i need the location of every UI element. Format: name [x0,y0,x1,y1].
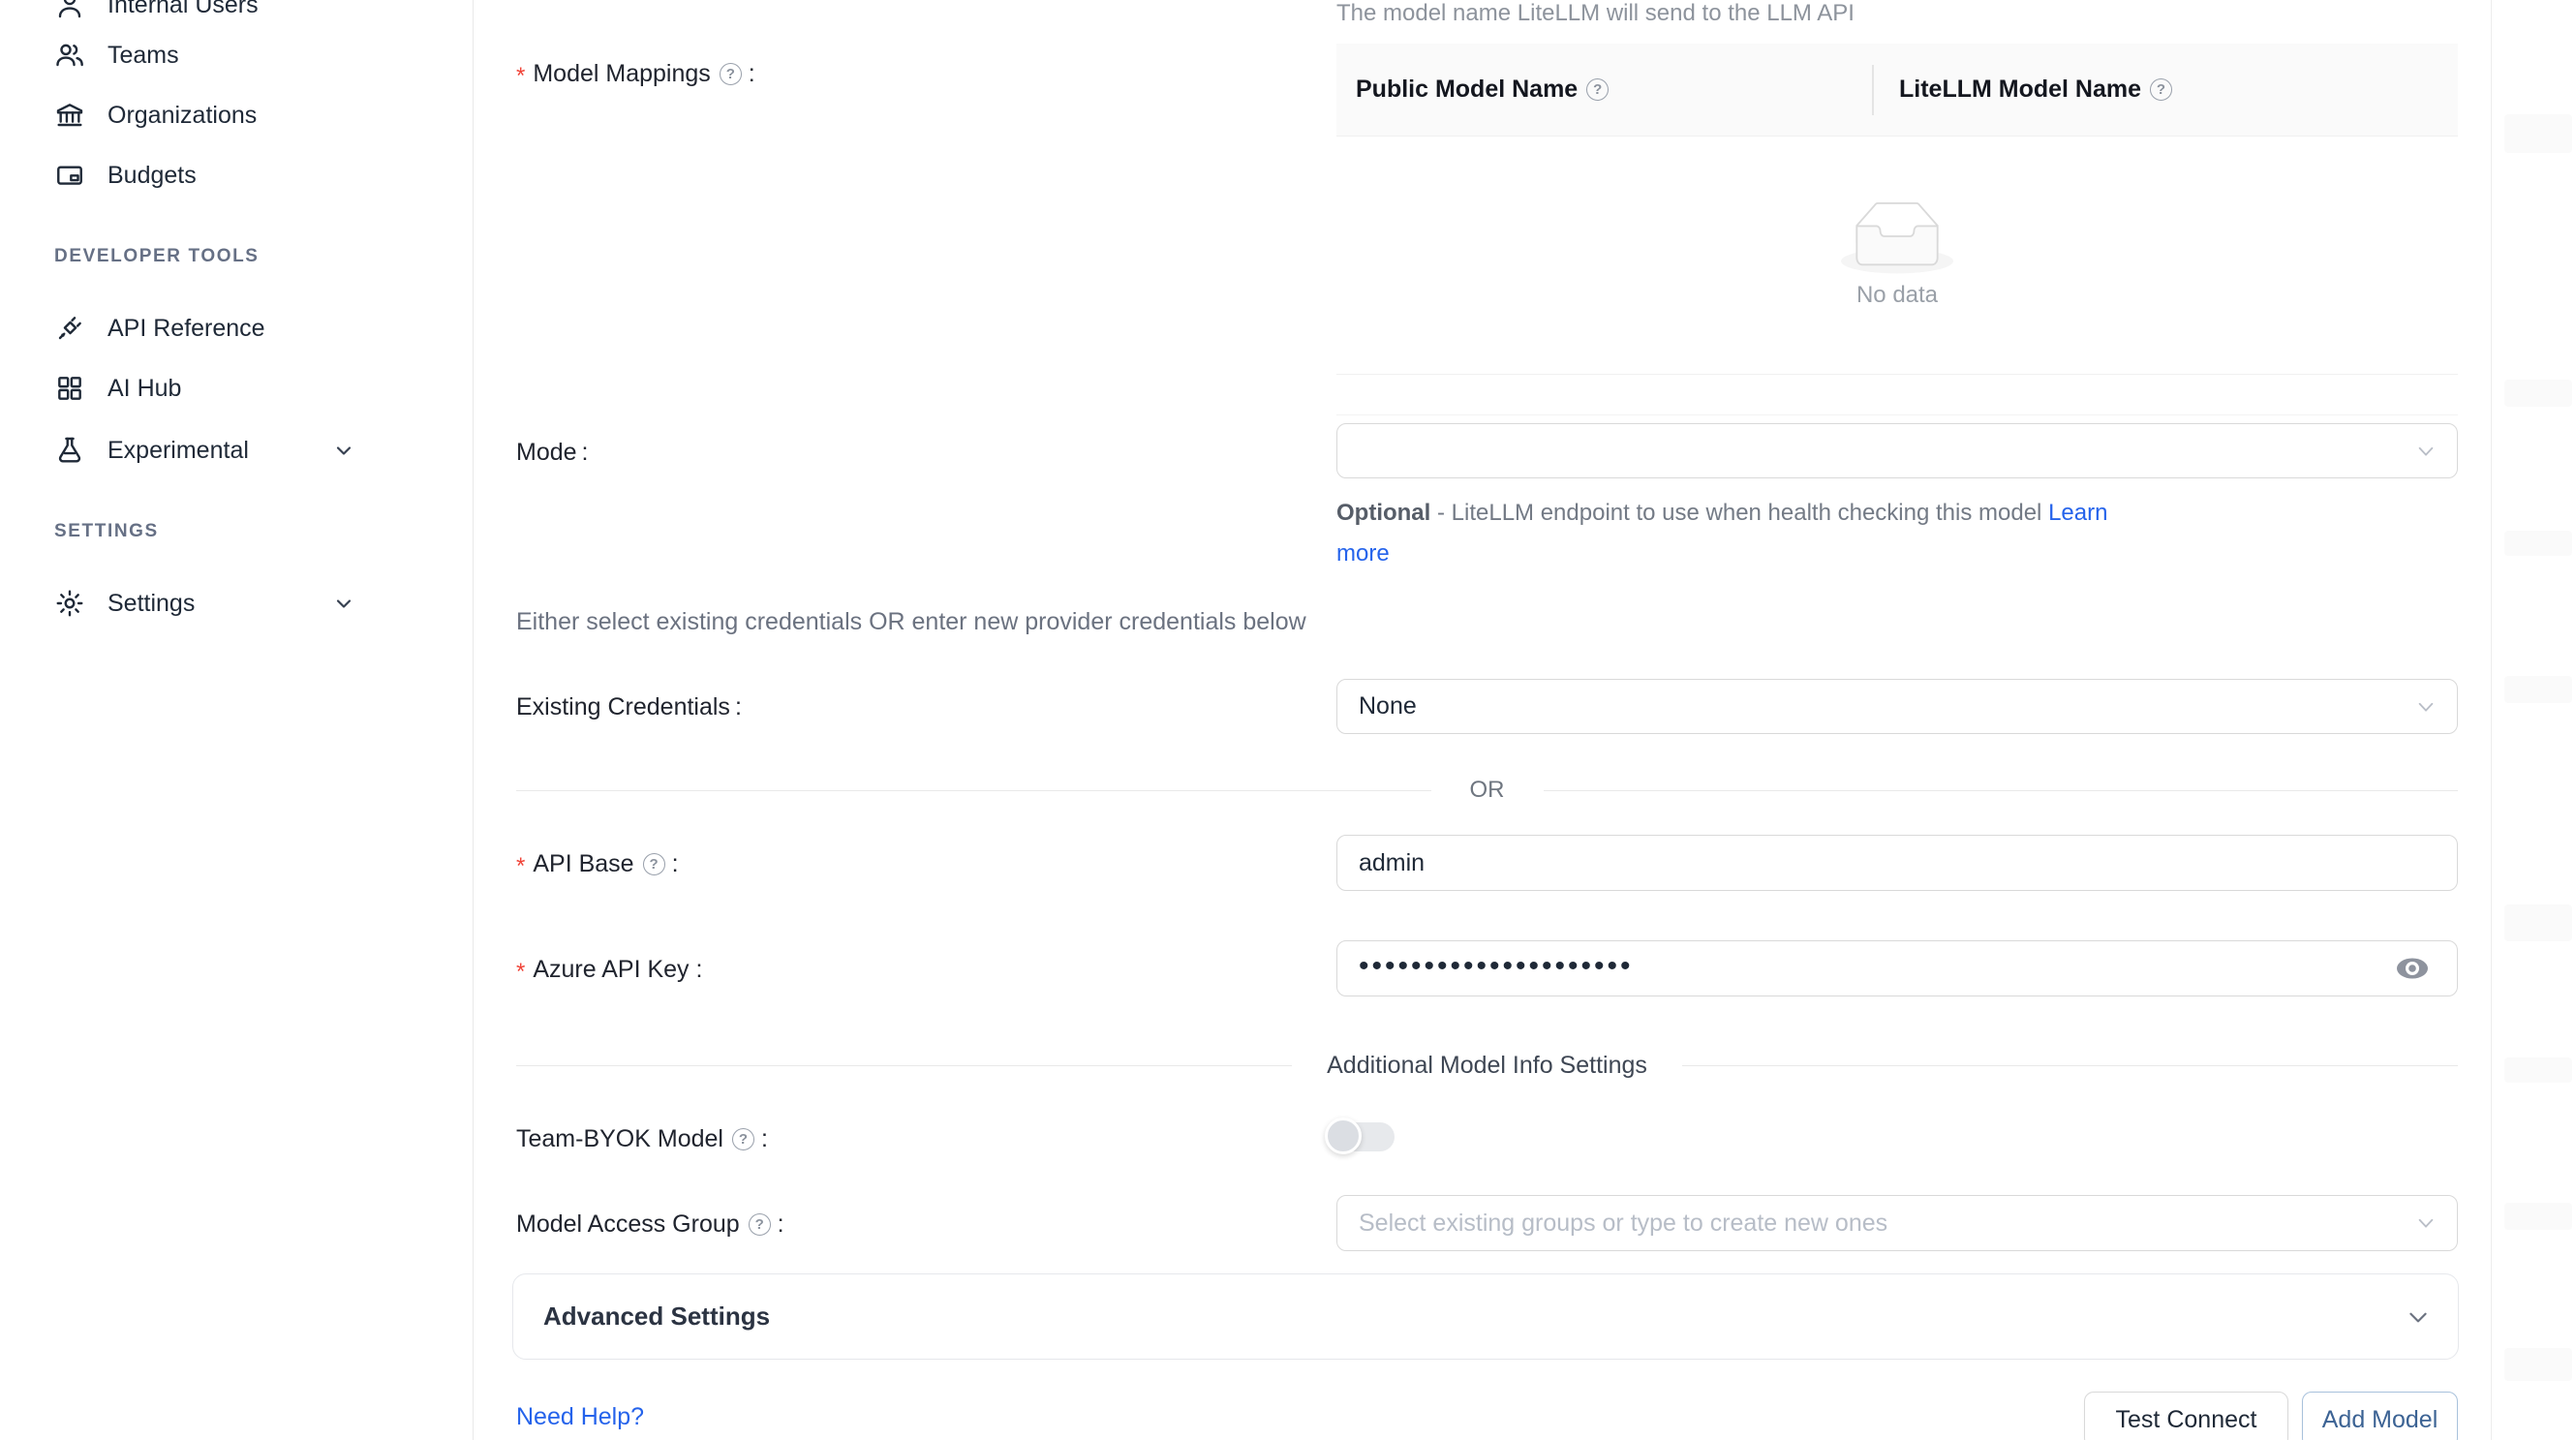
sidebar-item-organizations[interactable]: Organizations [0,91,455,139]
bank-icon [54,100,85,131]
chevron-down-icon [2415,696,2437,718]
additional-info-divider: Additional Model Info Settings [516,1046,2458,1085]
help-circle-icon[interactable]: ? [2150,78,2172,101]
background-artifact [2504,531,2572,556]
background-artifact [2504,380,2572,407]
sidebar-item-label: AI Hub [107,375,181,403]
background-artifact [2504,904,2572,941]
empty-state: No data [1336,137,2458,375]
sidebar-item-label: Settings [107,590,195,618]
sidebar-item-label: Internal Users [107,0,259,19]
sidebar-item-label: Teams [107,42,179,70]
mode-select[interactable] [1336,423,2458,478]
sidebar-item-experimental[interactable]: Experimental [0,426,455,475]
api-base-label: * API Base ? : [516,845,679,882]
eye-icon[interactable] [2395,956,2430,981]
sidebar: Internal Users Teams Organizations Budge… [0,0,474,1440]
sidebar-item-budgets[interactable]: Budgets [0,151,455,199]
chevron-down-icon [2415,1212,2437,1234]
sidebar-item-settings[interactable]: Settings [0,579,455,628]
chevron-down-icon [2415,441,2437,462]
sidebar-item-teams[interactable]: Teams [0,31,455,79]
user-icon [54,0,85,20]
or-divider: OR [516,771,2458,810]
sidebar-item-label: API Reference [107,315,265,343]
content-right-border [2491,0,2492,1440]
api-base-input[interactable]: admin [1336,835,2458,891]
model-access-group-label: Model Access Group ? : [516,1206,784,1242]
empty-state-text: No data [1856,282,1938,309]
add-model-button[interactable]: Add Model [2302,1392,2458,1440]
add-model-page: Internal Users Teams Organizations Budge… [0,0,2576,1440]
background-artifact [2504,114,2572,153]
model-mappings-label: * Model Mappings ? : [516,55,755,92]
team-byok-toggle[interactable] [1329,1122,1395,1151]
column-header-litellm-model-name: LiteLLM Model Name ? [1874,76,2458,104]
advanced-settings-panel[interactable]: Advanced Settings [512,1273,2459,1360]
or-text: OR [1470,777,1505,804]
api-plug-icon [54,313,85,344]
sidebar-section-developer-tools: DEVELOPER TOOLS [54,244,260,269]
background-artifact [2504,1057,2572,1083]
team-byok-label: Team-BYOK Model ? : [516,1120,768,1157]
sidebar-item-label: Budgets [107,162,197,190]
sidebar-item-api-reference[interactable]: API Reference [0,304,455,352]
empty-box-icon [1841,202,1953,276]
sidebar-item-ai-hub[interactable]: AI Hub [0,364,455,413]
masked-password-value: ••••••••••••••••••••• [1359,950,1634,983]
existing-credentials-label: Existing Credentials : [516,689,742,725]
column-header-public-model-name: Public Model Name ? [1336,76,1872,104]
required-marker: * [516,853,525,880]
gear-icon [54,588,85,619]
flask-icon [54,435,85,466]
azure-api-key-label: * Azure API Key : [516,951,703,988]
existing-credentials-select[interactable]: None [1336,679,2458,734]
help-circle-icon[interactable]: ? [1586,78,1609,101]
test-connect-button[interactable]: Test Connect [2084,1392,2288,1440]
background-artifact [2504,1348,2572,1381]
mode-help-text: Optional - LiteLLM endpoint to use when … [1336,493,2116,574]
required-marker: * [516,959,525,986]
sidebar-item-label: Organizations [107,102,257,130]
sidebar-item-internal-users[interactable]: Internal Users [0,0,455,29]
model-access-group-select[interactable]: Select existing groups or type to create… [1336,1195,2458,1251]
mode-label: Mode : [516,434,589,471]
chevron-down-icon [332,439,355,462]
additional-info-divider-text: Additional Model Info Settings [1327,1052,1647,1080]
advanced-settings-title: Advanced Settings [543,1302,770,1332]
help-circle-icon[interactable]: ? [720,63,742,85]
sidebar-item-label: Experimental [107,437,249,465]
existing-credentials-value: None [1359,692,1417,720]
litellm-model-hint: The model name LiteLLM will send to the … [1336,0,1855,27]
teams-icon [54,40,85,71]
background-artifact [2504,1203,2572,1230]
api-base-value: admin [1359,849,1425,877]
help-circle-icon[interactable]: ? [749,1213,771,1236]
help-circle-icon[interactable]: ? [732,1128,754,1150]
model-mappings-table: Public Model Name ? LiteLLM Model Name ?… [1336,44,2458,375]
grid-icon [54,373,85,404]
wallet-icon [54,160,85,191]
sidebar-section-settings: SETTINGS [54,519,159,544]
toggle-knob [1325,1118,1362,1154]
model-access-group-placeholder: Select existing groups or type to create… [1359,1210,1887,1238]
chevron-down-icon [332,592,355,615]
table-header-row: Public Model Name ? LiteLLM Model Name ? [1336,44,2458,137]
need-help-link[interactable]: Need Help? [516,1403,644,1431]
table-footer-line [1336,414,2458,415]
required-marker: * [516,63,525,90]
chevron-down-icon [2406,1304,2431,1330]
help-circle-icon[interactable]: ? [643,853,665,875]
background-artifact [2504,676,2572,703]
credentials-hint: Either select existing credentials OR en… [516,608,1306,636]
azure-api-key-input[interactable]: ••••••••••••••••••••• [1336,940,2458,996]
